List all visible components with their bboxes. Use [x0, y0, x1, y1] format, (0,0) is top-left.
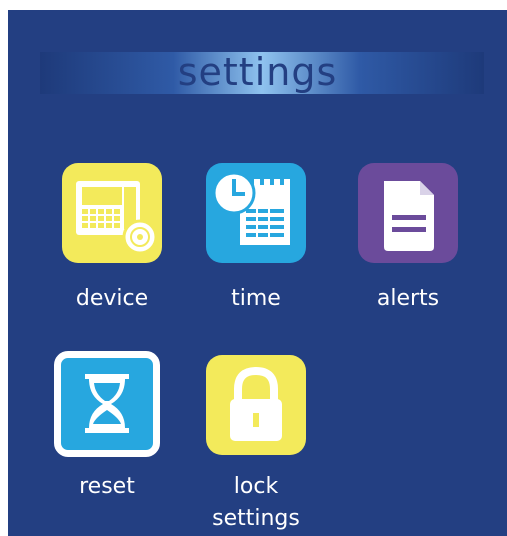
reset-tile[interactable] [54, 351, 160, 457]
lock-settings-tile[interactable] [206, 355, 306, 455]
device-icon [76, 181, 158, 255]
lock-settings-label-line1: lock [233, 474, 279, 499]
alerts-tile[interactable] [358, 163, 458, 263]
calendar-clock-icon [212, 171, 290, 245]
lock-settings-label-line2: settings [212, 506, 300, 531]
settings-screen: settings device time alerts reset lock s… [8, 10, 507, 536]
padlock-icon [230, 366, 282, 441]
reset-label: reset [79, 474, 135, 499]
document-icon [384, 181, 434, 251]
device-tile[interactable] [62, 163, 162, 263]
alerts-label: alerts [376, 286, 440, 311]
hourglass-icon [85, 374, 129, 433]
time-label: time [231, 286, 281, 311]
page-title: settings [177, 50, 338, 94]
time-tile[interactable] [206, 163, 306, 263]
device-label: device [75, 286, 149, 311]
